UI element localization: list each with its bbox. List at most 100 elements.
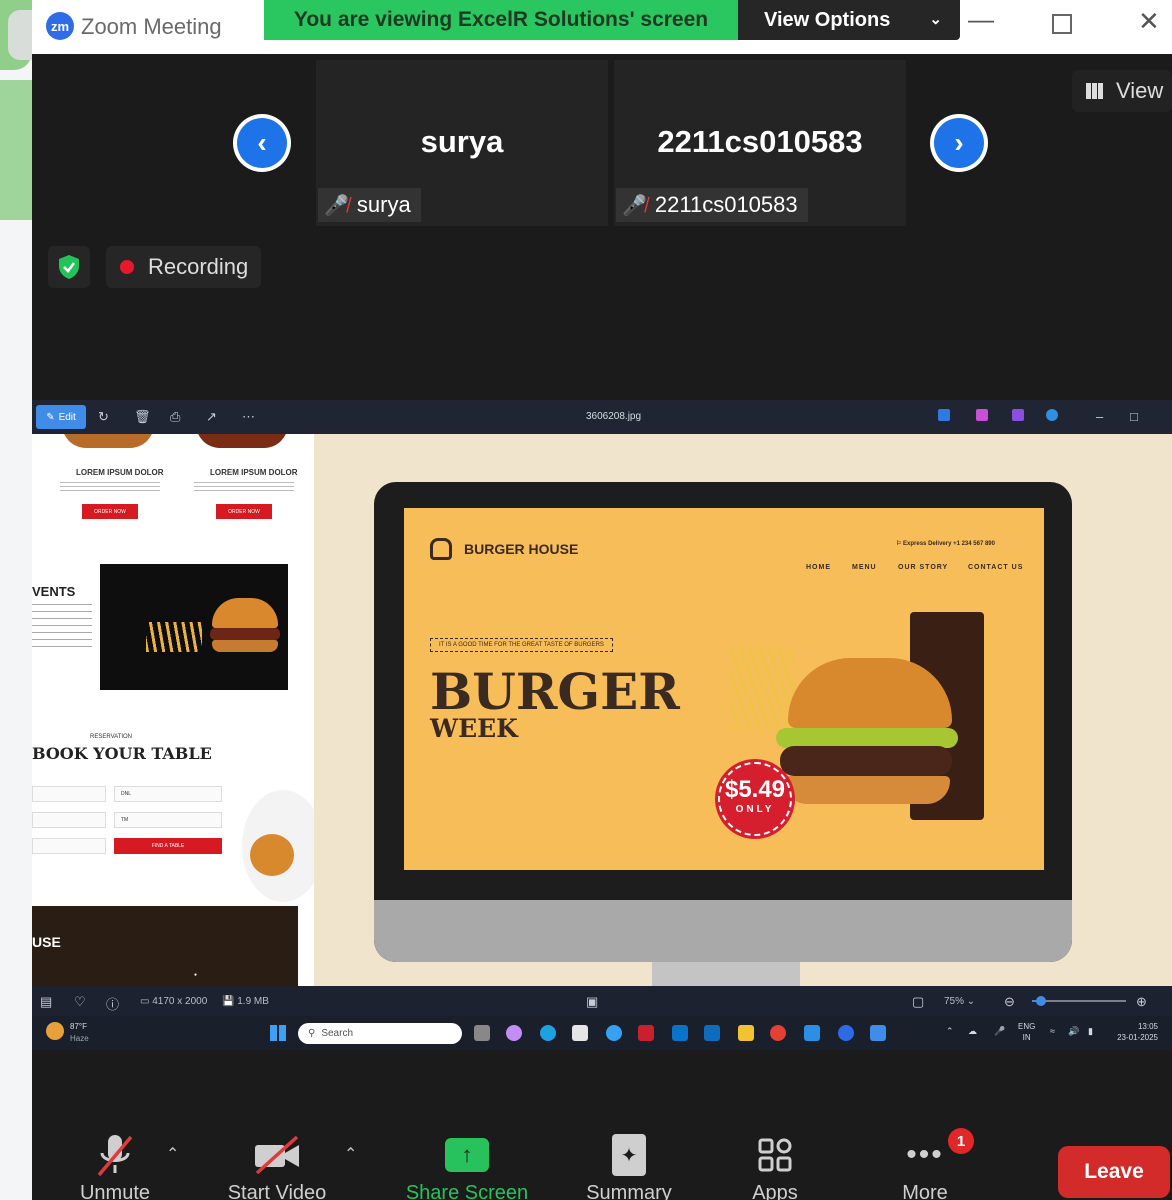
zoom-slider[interactable]: [1032, 996, 1126, 1006]
audio-options-chevron-icon[interactable]: ⌃: [166, 1144, 179, 1164]
delete-icon[interactable]: 🗑: [134, 409, 151, 425]
reservation-field: DNL: [114, 786, 222, 802]
zoom-in-icon[interactable]: ⊕: [1136, 994, 1147, 1010]
zoom-slider-thumb[interactable]: [1036, 996, 1047, 1006]
photo-viewer-toolbar: ✎ Edit ↻ 🗑 ⎙ ↗ ⋯ 3606208.jpg – □: [32, 400, 1172, 434]
restore-icon[interactable]: □: [1130, 409, 1138, 424]
favorite-heart-icon[interactable]: ♡: [74, 994, 86, 1010]
mic-muted-icon: 🎤̸: [324, 194, 349, 217]
plate-image: [242, 790, 314, 902]
chrome-icon[interactable]: [770, 1025, 786, 1041]
more-options-icon[interactable]: ⋯: [242, 409, 255, 425]
background-app-panel: [0, 80, 32, 220]
outlook-icon[interactable]: [704, 1025, 720, 1041]
onedrive-icon[interactable]: [1046, 409, 1058, 421]
burger-image-1: [62, 434, 154, 448]
battery-icon[interactable]: ▮: [1088, 1026, 1093, 1037]
participant-tile-2211cs010583[interactable]: 2211cs010583 🎤̸ 2211cs010583: [614, 60, 906, 226]
view-options-button[interactable]: View Options ⌄: [738, 0, 960, 40]
minimize-icon[interactable]: –: [1096, 409, 1103, 424]
recording-indicator[interactable]: Recording: [106, 246, 261, 288]
app-icon[interactable]: [672, 1025, 688, 1041]
share-screen-button[interactable]: ↑ Share Screen: [392, 1130, 542, 1200]
start-video-button[interactable]: Start Video: [202, 1130, 352, 1200]
fit-screen-icon[interactable]: ▣: [586, 994, 598, 1010]
next-page-button[interactable]: ›: [930, 114, 988, 172]
language-indicator[interactable]: ENG IN: [1018, 1021, 1035, 1043]
language-code: ENG: [1018, 1022, 1036, 1031]
wifi-icon[interactable]: ≈: [1050, 1026, 1055, 1036]
chevron-up-icon[interactable]: ⌃: [946, 1026, 954, 1037]
burger-bun: [212, 598, 278, 628]
info-icon[interactable]: ⓘ: [106, 994, 119, 1013]
app-icon[interactable]: [606, 1025, 622, 1041]
previous-page-button[interactable]: ‹: [233, 114, 291, 172]
security-shield-button[interactable]: [48, 246, 90, 288]
order-now-button: ORDER NOW: [82, 504, 138, 519]
print-icon[interactable]: ⎙: [170, 409, 180, 425]
more-button[interactable]: ••• More: [850, 1130, 1000, 1200]
delivery-info: ⚐ Express Delivery +1 234 567 890: [896, 540, 995, 547]
share-screen-label: Share Screen: [405, 1182, 529, 1200]
task-view-icon[interactable]: [474, 1025, 490, 1041]
vscode-icon[interactable]: [804, 1025, 820, 1041]
unmute-button[interactable]: Unmute: [40, 1130, 190, 1200]
view-button-label: View: [1116, 78, 1164, 103]
leave-button[interactable]: Leave: [1058, 1146, 1170, 1198]
cloud-icon[interactable]: ☁: [968, 1026, 977, 1037]
maximize-icon[interactable]: [1052, 14, 1072, 34]
search-placeholder: Search: [321, 1028, 354, 1039]
shield-check-icon: [59, 255, 79, 279]
mcafee-icon[interactable]: [638, 1025, 654, 1041]
windows-start-icon[interactable]: [270, 1025, 286, 1041]
apps-button[interactable]: Apps: [700, 1130, 850, 1200]
grid-view-icon: [1086, 83, 1104, 99]
photos-icon[interactable]: [870, 1025, 886, 1041]
close-icon[interactable]: ✕: [1138, 6, 1160, 37]
zoom-out-icon[interactable]: ⊖: [1004, 994, 1015, 1010]
share-icon[interactable]: ↗: [206, 409, 217, 425]
rotate-icon[interactable]: ↻: [98, 409, 109, 425]
volume-icon[interactable]: 🔊: [1068, 1026, 1079, 1037]
app-icon-1[interactable]: [938, 409, 950, 421]
nav-menu: MENU: [852, 564, 877, 571]
taskbar-search[interactable]: ⚲ Search: [298, 1023, 462, 1044]
store-icon[interactable]: [572, 1025, 588, 1041]
filmstrip-icon[interactable]: ▤: [40, 994, 52, 1010]
zoom-app-icon[interactable]: [838, 1025, 854, 1041]
participant-name-tag: 🎤̸ 2211cs010583: [616, 188, 808, 222]
edit-icon: ✎: [46, 411, 55, 423]
app-icon-2[interactable]: [976, 409, 988, 421]
shared-screen: ✎ Edit ↻ 🗑 ⎙ ↗ ⋯ 3606208.jpg – □ LOREM I…: [32, 400, 1172, 1050]
summary-button[interactable]: ✦ Summary: [554, 1130, 704, 1200]
events-heading: VENTS: [32, 584, 76, 599]
menu-item-title: LOREM IPSUM DOLOR: [76, 468, 164, 477]
participant-tile-surya[interactable]: surya 🎤̸ surya: [316, 60, 608, 226]
actual-size-icon[interactable]: ▢: [912, 994, 924, 1010]
price-value: $5.49: [724, 776, 786, 803]
footer-heading: USE: [32, 934, 61, 950]
taskbar-clock[interactable]: 13:05 23-01-2025: [1110, 1021, 1158, 1043]
video-options-chevron-icon[interactable]: ⌃: [344, 1144, 357, 1164]
microphone-icon[interactable]: 🎤: [994, 1026, 1005, 1037]
summary-icon: ✦: [554, 1130, 704, 1180]
footer-image: [32, 906, 298, 986]
app-icon-3[interactable]: [1012, 409, 1024, 421]
plate-burger: [250, 834, 294, 876]
tagline: IT IS A GOOD TIME FOR THE GREAT TASTE OF…: [430, 638, 613, 652]
weather-icon[interactable]: [46, 1022, 64, 1040]
brand-name: BURGER HOUSE: [464, 541, 579, 557]
menu-item-desc: [194, 482, 294, 492]
monitor-chin: [374, 900, 1072, 962]
file-explorer-icon[interactable]: [738, 1025, 754, 1041]
edit-button[interactable]: ✎ Edit: [36, 405, 86, 429]
minimize-icon[interactable]: —: [968, 4, 994, 35]
book-table-heading: BOOK YOUR TABLE: [32, 744, 212, 763]
image-canvas: LOREM IPSUM DOLOR LOREM IPSUM DOLOR ORDE…: [32, 434, 1172, 986]
copilot-icon[interactable]: [506, 1025, 522, 1041]
events-text: [32, 604, 92, 652]
view-button[interactable]: View: [1072, 70, 1172, 112]
language-region: IN: [1022, 1033, 1031, 1042]
zoom-level-dropdown[interactable]: 75% ⌄: [944, 996, 975, 1007]
edge-icon[interactable]: [540, 1025, 556, 1041]
